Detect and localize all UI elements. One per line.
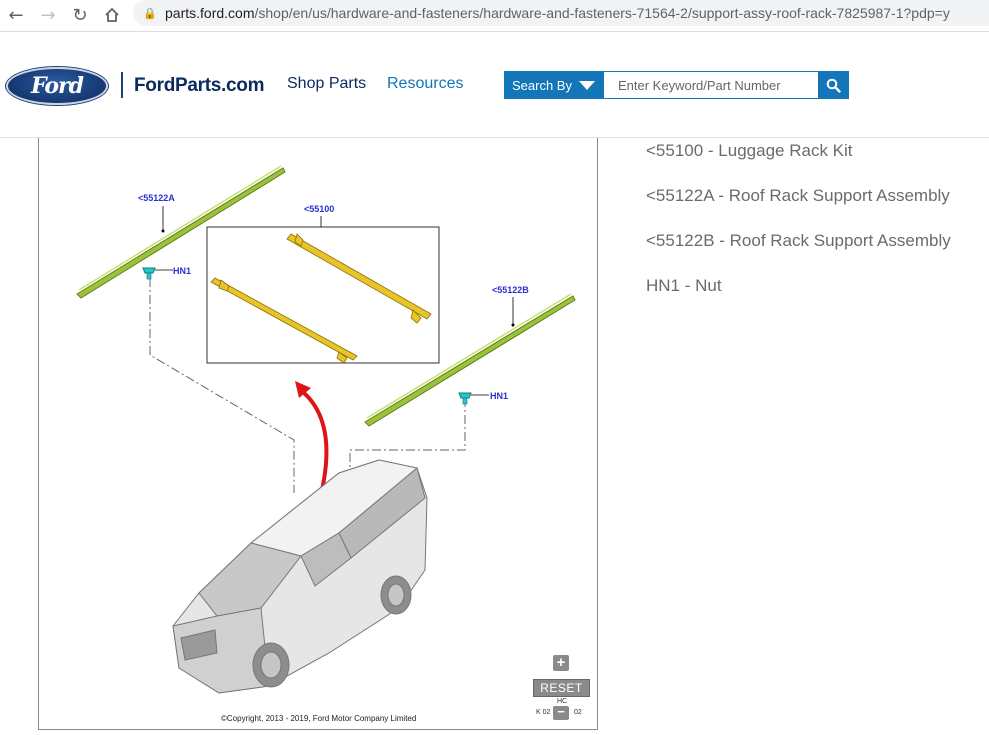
diagram-illustration: [76, 165, 576, 694]
callout-hn1-left[interactable]: HN1: [173, 266, 191, 276]
part-item-55100[interactable]: <55100 - Luggage Rack Kit: [646, 140, 951, 185]
lock-icon: 🔒: [143, 7, 157, 20]
back-arrow-icon[interactable]: ←: [0, 2, 32, 28]
diagram-code-right: 02: [574, 709, 582, 716]
zoom-out-button[interactable]: −: [553, 705, 569, 720]
diagram-copyright: ©Copyright, 2013 - 2019, Ford Motor Comp…: [221, 714, 417, 723]
url-path: /shop/en/us/hardware-and-fasteners/hardw…: [254, 5, 950, 21]
caret-down-icon: [579, 81, 595, 90]
ford-logo-text: Ford: [30, 73, 84, 99]
parts-diagram[interactable]: <55122A <55100 HN1 <55122B HN1 ©Copyrigh…: [38, 138, 598, 730]
url-host: parts.ford.com: [165, 5, 255, 21]
callout-hn1-right[interactable]: HN1: [490, 391, 508, 401]
ford-logo[interactable]: Ford: [6, 67, 108, 105]
parts-list: <55100 - Luggage Rack Kit <55122A - Roof…: [646, 140, 951, 320]
part-item-55122b[interactable]: <55122B - Roof Rack Support Assembly: [646, 230, 951, 275]
search-by-label: Search By: [512, 77, 572, 93]
part-item-55122a[interactable]: <55122A - Roof Rack Support Assembly: [646, 185, 951, 230]
nav-resources[interactable]: Resources: [387, 75, 463, 93]
search-icon: [826, 78, 841, 93]
brand-separator: [121, 72, 123, 98]
search-by-dropdown[interactable]: Search By: [504, 71, 604, 99]
search-input[interactable]: [604, 71, 819, 99]
callout-55100[interactable]: <55100: [304, 204, 334, 214]
brand-name[interactable]: FordParts.com: [134, 75, 264, 97]
callout-55122a[interactable]: <55122A: [138, 193, 175, 203]
callout-55122b[interactable]: <55122B: [492, 285, 529, 295]
address-bar[interactable]: 🔒 parts.ford.com/shop/en/us/hardware-and…: [133, 0, 989, 26]
reset-button[interactable]: RESET: [533, 679, 590, 697]
site-header: Ford FordParts.com Shop Parts Resources …: [0, 32, 989, 138]
zoom-in-button[interactable]: +: [553, 655, 569, 671]
reload-icon[interactable]: ↻: [64, 2, 96, 28]
forward-arrow-icon[interactable]: →: [32, 2, 64, 28]
part-item-hn1[interactable]: HN1 - Nut: [646, 275, 951, 320]
browser-toolbar: ← → ↻ 🔒 parts.ford.com/shop/en/us/hardwa…: [0, 0, 989, 30]
home-icon[interactable]: [96, 2, 128, 28]
nav-shop-parts[interactable]: Shop Parts: [287, 75, 366, 93]
diagram-code-left: K 02: [536, 709, 551, 716]
search-button[interactable]: [818, 71, 849, 99]
